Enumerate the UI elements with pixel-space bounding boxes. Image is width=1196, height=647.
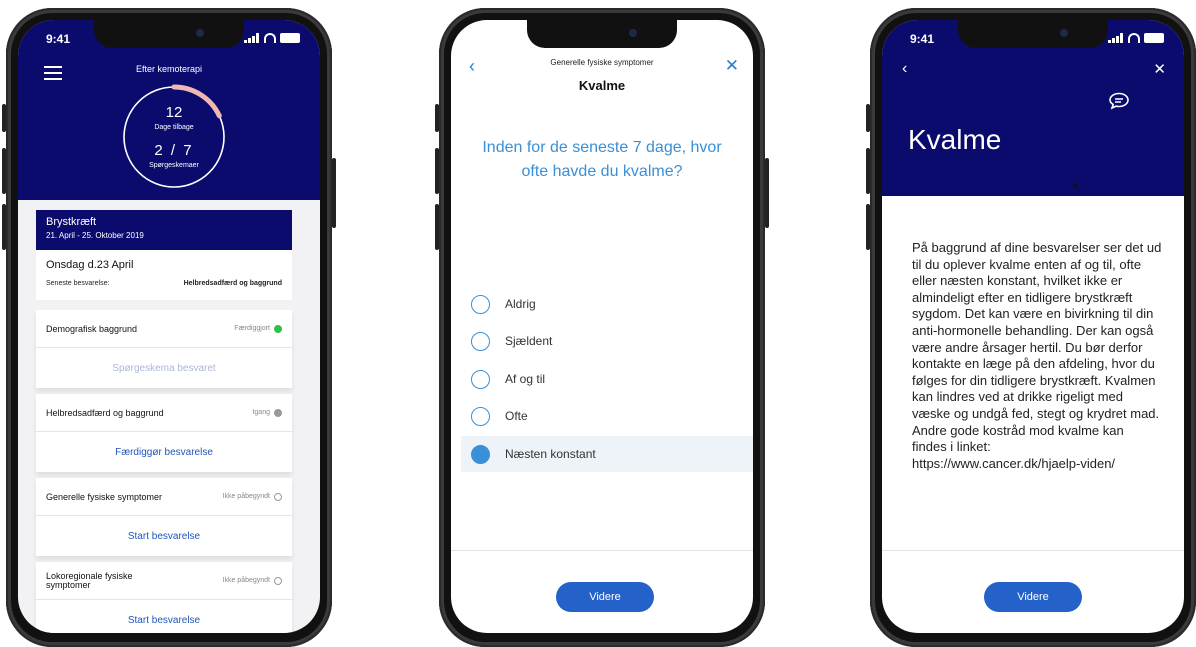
today-card: Onsdag d.23 April Seneste besvarelse: He… <box>36 250 292 300</box>
questionnaire-card: Demografisk baggrund Færdiggjort Spørges… <box>36 310 292 388</box>
answer-label: Sjældent <box>505 334 553 348</box>
status-dot-icon <box>274 408 282 417</box>
answer-option[interactable]: Ofte <box>461 398 753 434</box>
answer-option[interactable]: Af og til <box>461 361 753 397</box>
radio-selected-icon <box>471 444 490 464</box>
continue-button[interactable]: Videre <box>984 582 1082 612</box>
days-label: Dage tilbage <box>154 124 194 131</box>
questionnaire-action-button[interactable]: Spørgeskema besvaret <box>36 348 292 388</box>
answer-label: Af og til <box>505 372 546 386</box>
latest-label: Seneste besvarelse: <box>46 280 110 287</box>
questionnaire-status: Færdiggjort <box>234 325 270 332</box>
questionnaire-status: Ikke påbegyndt <box>222 577 270 584</box>
questionnaire-card: Lokoregionale fysiske symptomer Ikke påb… <box>36 562 292 633</box>
questionnaire-card: Helbredsadfærd og baggrund Igang Færdigg… <box>36 394 292 472</box>
advice-text: På baggrund af dine besvarelser ser det … <box>912 240 1162 471</box>
questionnaire-name: Demografisk baggrund <box>46 323 138 334</box>
section-subtitle: Generelle fysiske symptomer <box>550 58 654 67</box>
battery-icon <box>280 33 300 43</box>
answer-label: Næsten konstant <box>505 447 596 461</box>
radio-icon <box>471 406 490 426</box>
latest-value: Helbredsadfærd og baggrund <box>183 280 282 287</box>
continue-button[interactable]: Videre <box>556 582 654 612</box>
screen: 9:41 ‹ ✕ Kvalme ↖ På baggrund af dine be… <box>882 20 1184 633</box>
answer-option-selected[interactable]: Næsten konstant <box>461 436 753 472</box>
phone-advice: 9:41 ‹ ✕ Kvalme ↖ På baggrund af dine be… <box>866 8 1196 647</box>
close-icon[interactable]: ✕ <box>1153 60 1166 78</box>
notch <box>958 20 1108 48</box>
divider <box>451 550 753 551</box>
divider <box>882 550 1184 551</box>
page-title: Kvalme <box>578 78 626 93</box>
questionnaire-status: Igang <box>252 409 270 416</box>
answer-label: Aldrig <box>505 297 536 311</box>
screen: ‹ Generelle fysiske symptomer ✕ Kvalme I… <box>451 20 753 633</box>
question-text: Inden for de seneste 7 dage, hvor ofte h… <box>482 139 722 180</box>
program-period: 21. April - 25. Oktober 2019 <box>46 231 144 240</box>
answer-label: Ofte <box>505 409 528 423</box>
page-title: Efter kemoterapi <box>135 64 203 74</box>
radio-icon <box>471 369 490 389</box>
signal-icon <box>244 33 260 43</box>
radio-icon <box>471 294 490 314</box>
answer-option[interactable]: Sjældent <box>461 323 753 359</box>
today-date: Onsdag d.23 April <box>46 259 134 271</box>
status-time: 9:41 <box>46 32 71 46</box>
questionnaire-card: Generelle fysiske symptomer Ikke påbegyn… <box>36 478 292 556</box>
cursor-icon: ↖ <box>1072 180 1083 194</box>
questionnaire-name: Helbredsadfærd og baggrund <box>46 407 164 418</box>
chevron-left-icon[interactable]: ‹ <box>902 60 907 78</box>
status-dot-icon <box>274 576 282 585</box>
questionnaire-action-button[interactable]: Start besvarelse <box>36 516 292 556</box>
wifi-icon <box>1128 33 1140 43</box>
days-remaining: 12 <box>165 104 183 121</box>
chat-icon[interactable] <box>1108 92 1130 110</box>
phone-question: ‹ Generelle fysiske symptomer ✕ Kvalme I… <box>435 8 769 647</box>
questionnaire-name: Lokoregionale fysiske symptomer <box>46 570 133 590</box>
questionnaire-name: Generelle fysiske symptomer <box>46 491 163 502</box>
questionnaire-label: Spørgeskemaer <box>149 162 199 169</box>
questionnaire-status: Ikke påbegyndt <box>222 493 270 500</box>
status-dot-icon <box>274 492 282 501</box>
status-time: 9:41 <box>910 32 935 46</box>
notch <box>94 20 244 48</box>
battery-icon <box>1144 33 1164 43</box>
radio-icon <box>471 331 490 351</box>
notch <box>527 20 677 48</box>
screen: 9:41 Efter kemoterapi 12 Dage tilbage 2 … <box>18 20 320 633</box>
status-dot-icon <box>274 324 282 333</box>
answer-option[interactable]: Aldrig <box>461 286 753 322</box>
page-title: Kvalme <box>908 124 1002 155</box>
questionnaire-action-button[interactable]: Start besvarelse <box>36 600 292 633</box>
program-card: Brystkræft 21. April - 25. Oktober 2019 <box>36 210 292 250</box>
phone-dashboard: 9:41 Efter kemoterapi 12 Dage tilbage 2 … <box>2 8 336 647</box>
questionnaire-count: 2 / 7 <box>154 142 194 159</box>
signal-icon <box>1108 33 1124 43</box>
questionnaire-action-button[interactable]: Færdiggør besvarelse <box>36 432 292 472</box>
wifi-icon <box>264 33 276 43</box>
program-name: Brystkræft <box>46 216 97 228</box>
